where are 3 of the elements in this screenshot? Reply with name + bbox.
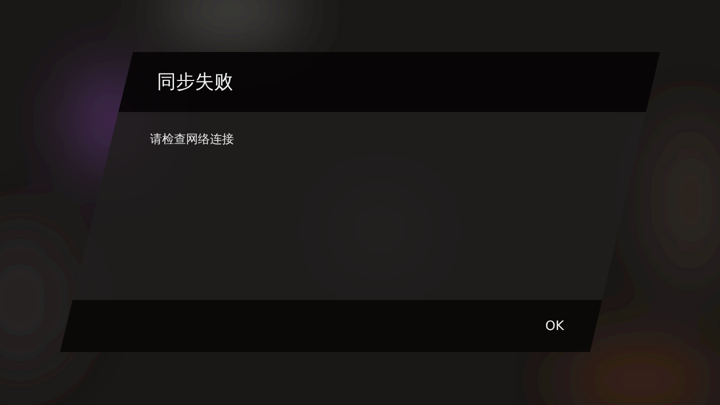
dialog-title: 同步失败 <box>157 70 233 95</box>
ok-button[interactable]: OK <box>539 314 570 338</box>
dialog-message: 请检查网络连接 <box>150 132 234 146</box>
